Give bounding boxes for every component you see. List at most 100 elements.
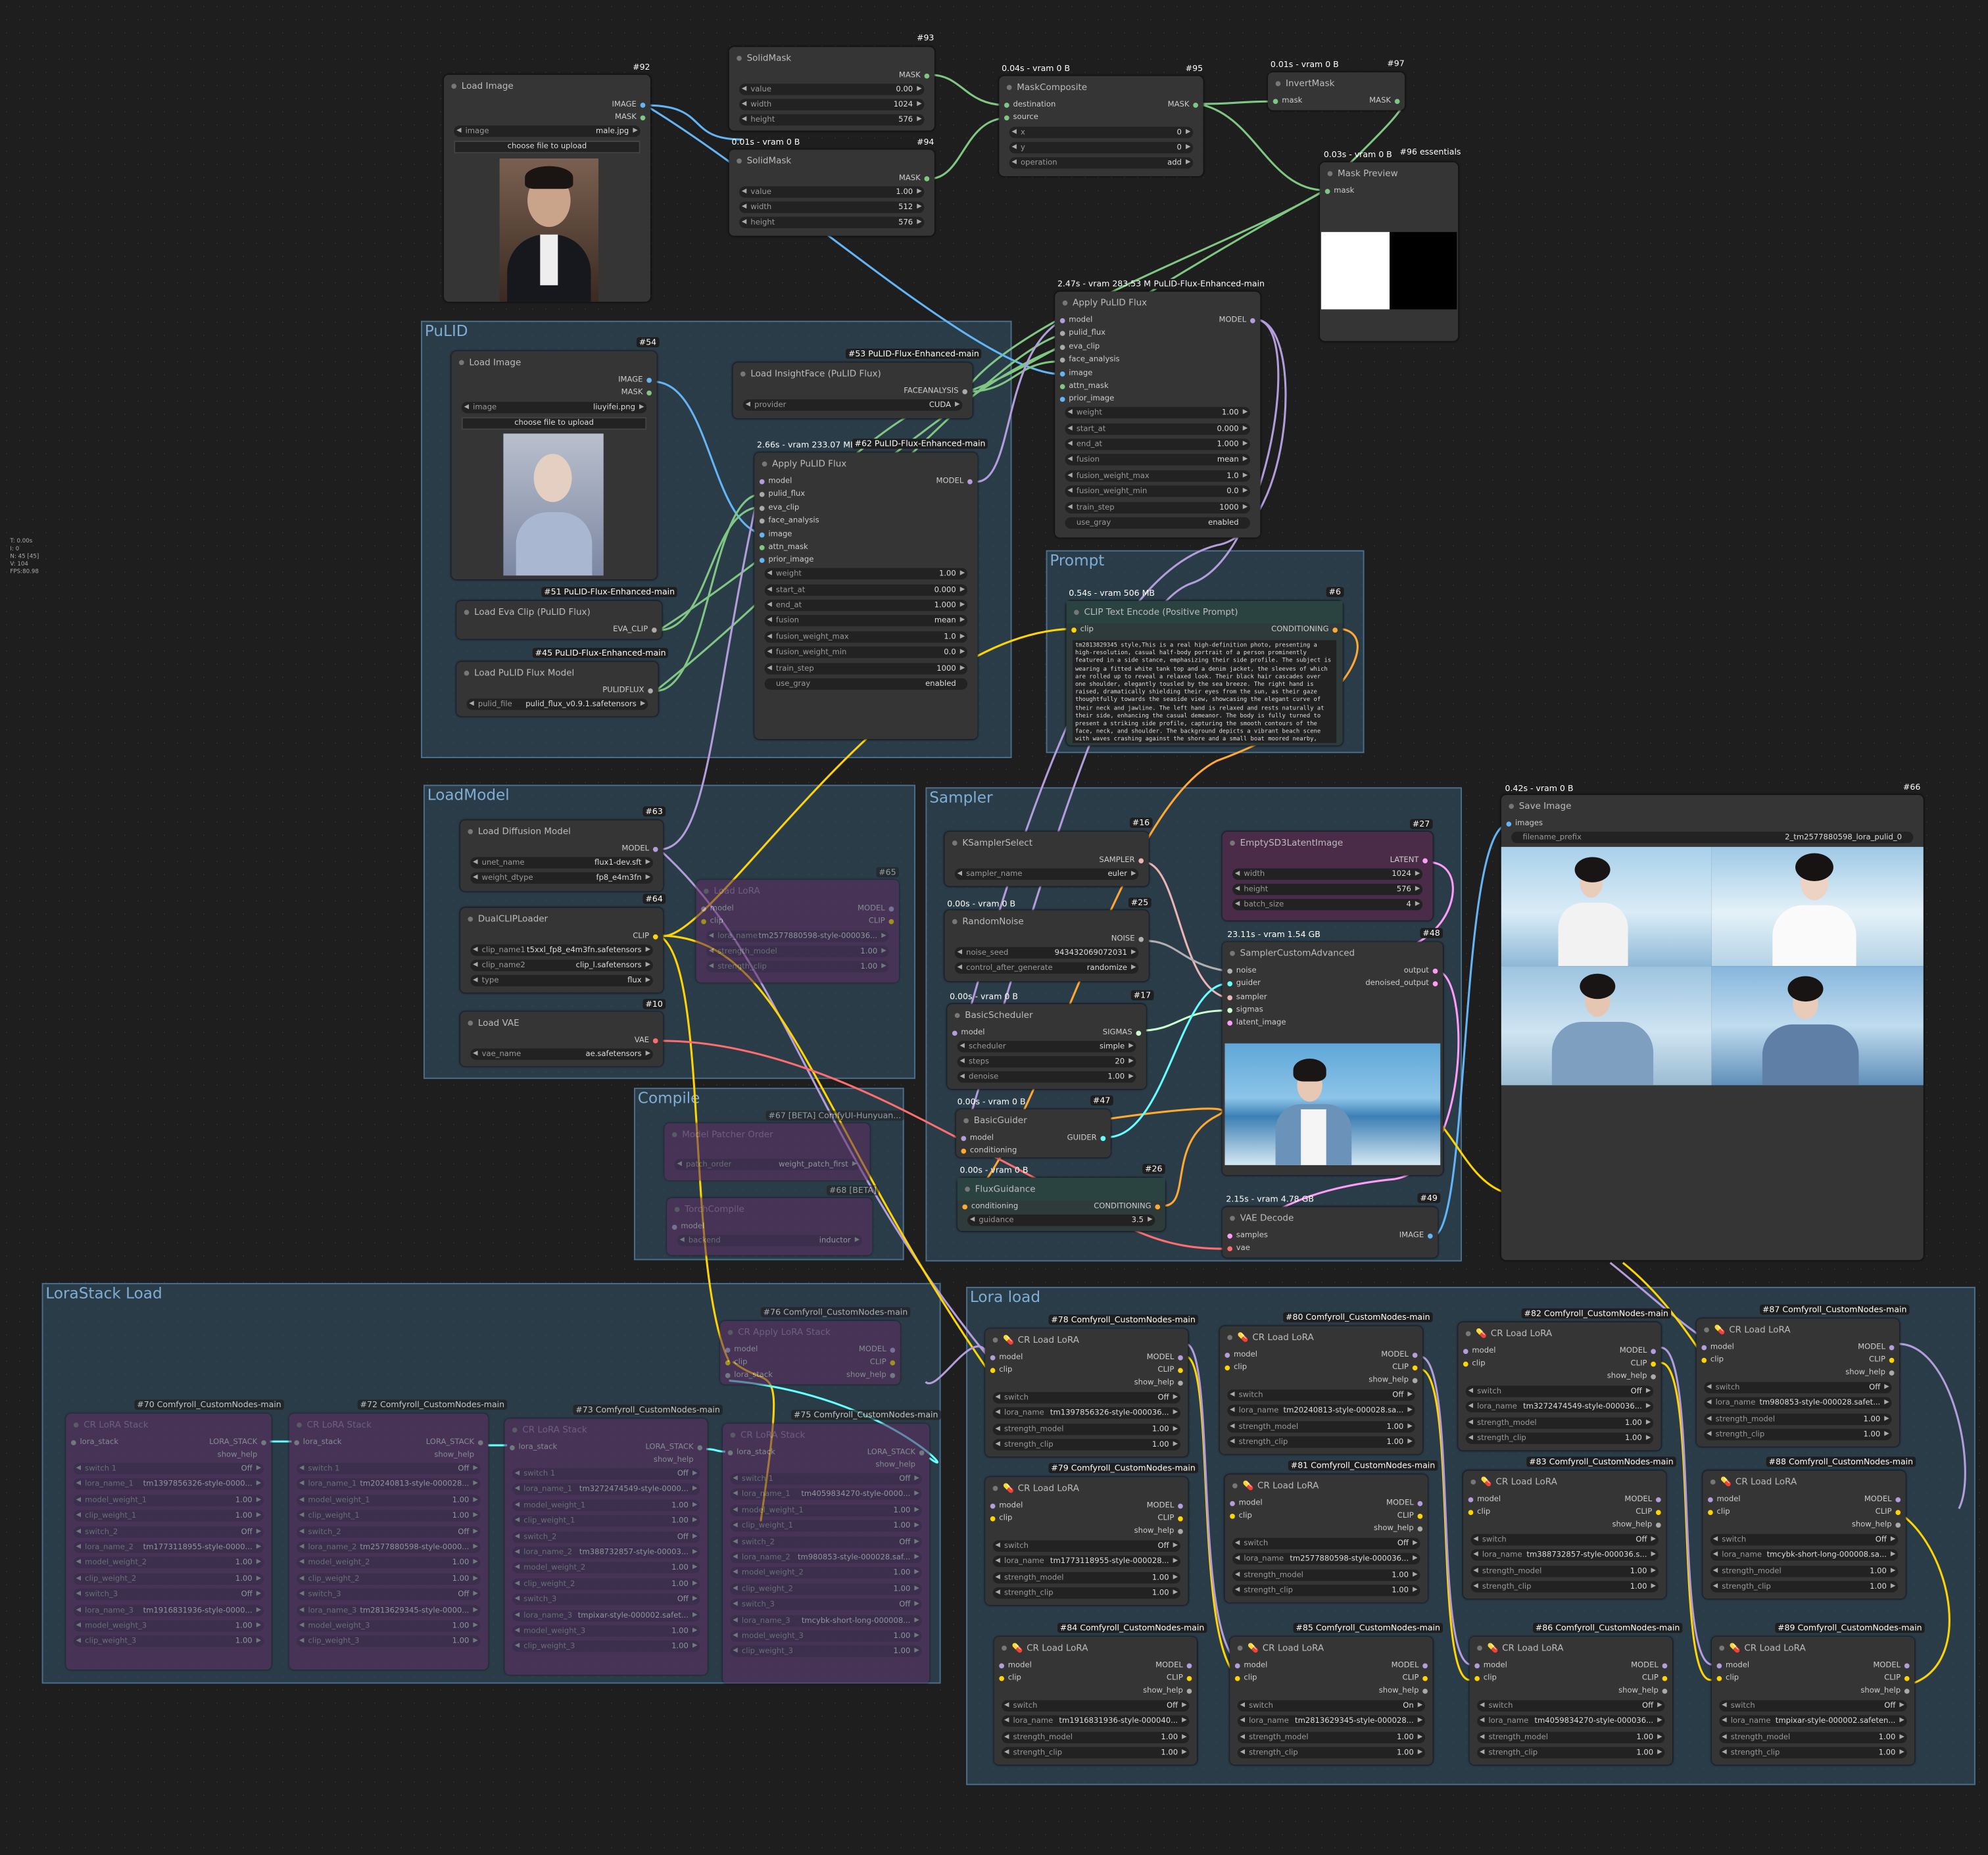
lora-name-2-widget[interactable]: lora_name_2tm2577880598-style-0000... [297, 1541, 481, 1553]
cr-load-lora-node[interactable]: 💊 CR Load LoRA model clip MODEL CLIP show_help… [1224, 1474, 1428, 1602]
output-show-help[interactable]: show_help [1134, 1525, 1183, 1537]
output-image-3[interactable] [1501, 966, 1712, 1086]
output-mask[interactable]: MASK [899, 172, 929, 185]
load-insightface-node[interactable]: Load InsightFace (PuLID Flux) FACEANALYS… [733, 362, 973, 419]
node-canvas[interactable]: PuLID Prompt LoadModel Sampler Compile L… [0, 0, 1988, 1855]
input-conditioning[interactable]: conditioning [962, 1201, 1018, 1213]
switch-widget[interactable]: switchOn [1237, 1700, 1426, 1712]
steps-widget[interactable]: steps20 [957, 1056, 1136, 1068]
clip-weight-3-widget[interactable]: clip_weight_31.00 [730, 1646, 922, 1658]
clip-weight-3-widget[interactable]: clip_weight_31.00 [512, 1641, 700, 1652]
clip-weight-2-widget[interactable]: clip_weight_21.00 [730, 1583, 922, 1595]
torch-compile-node[interactable]: TorchCompile model backendinductor [667, 1197, 873, 1255]
model-patcher-order-node[interactable]: Model Patcher Order patch_orderweight_pa… [664, 1123, 870, 1180]
strength-clip-widget[interactable]: strength_clip1.00 [1237, 1747, 1426, 1759]
lora-name-widget[interactable]: lora_nametm980853-style-000028.safet... [1704, 1397, 1892, 1409]
input-model[interactable]: model [1230, 1497, 1263, 1510]
strength-clip-widget[interactable]: strength_clip1.00 [1719, 1747, 1907, 1759]
output-model[interactable]: MODEL [1620, 1345, 1656, 1358]
output-model[interactable]: MODEL [1392, 1660, 1428, 1672]
noise-seed-widget[interactable]: noise_seed943432069072031 [954, 947, 1139, 959]
input-lora-stack[interactable]: lora_stack [294, 1436, 342, 1449]
output-show-help[interactable]: show_help [875, 1459, 924, 1472]
strength-clip-widget[interactable]: strength_clip1.00 [1710, 1581, 1899, 1593]
lora-name-widget[interactable]: lora_nametm1397856326-style-000036... [992, 1407, 1180, 1420]
output-eva-clip[interactable]: EVA_CLIP [613, 624, 657, 637]
apply-pulid-flux-node-62[interactable]: Apply PuLID Flux MODEL model pulid_flux … [754, 452, 978, 740]
end-at-widget[interactable]: end_at1.000 [1065, 439, 1251, 450]
empty-sd3-latent-image-node[interactable]: EmptySD3LatentImage LATENT width1024 hei… [1222, 831, 1433, 921]
switch-widget[interactable]: switchOff [1002, 1700, 1190, 1712]
clip-weight-1-widget[interactable]: clip_weight_11.00 [297, 1510, 481, 1522]
denoise-widget[interactable]: denoise1.00 [957, 1071, 1136, 1083]
strength-model-widget[interactable]: strength_model1.00 [1719, 1731, 1907, 1743]
fusion-weight-min-widget[interactable]: fusion_weight_min0.0 [764, 646, 968, 658]
output-clip[interactable]: CLIP [1167, 1672, 1192, 1685]
strength-model-widget[interactable]: strength_model1.00 [1710, 1565, 1899, 1578]
strength-model-widget[interactable]: strength_model1.00 [1477, 1731, 1665, 1743]
output-mask[interactable]: MASK [1369, 95, 1399, 108]
height-widget[interactable]: height576 [739, 216, 925, 229]
x-widget[interactable]: x0 [1009, 126, 1194, 139]
output-clip[interactable]: CLIP [1631, 1358, 1656, 1370]
output-image-grid[interactable] [1501, 846, 1924, 1086]
output-mask[interactable]: MASK [615, 112, 645, 124]
input-model[interactable]: model [760, 475, 792, 488]
output-clip[interactable]: CLIP [1884, 1672, 1909, 1685]
solidmask-node-93[interactable]: SolidMask MASK value0.00 width1024 heigh… [729, 47, 934, 131]
switch-3-widget[interactable]: switch_3Off [73, 1589, 264, 1601]
lora-name-2-widget[interactable]: lora_name_2tm980853-style-000028.saf... [730, 1551, 922, 1564]
basic-scheduler-node[interactable]: BasicScheduler model SIGMAS schedulersim… [947, 1003, 1146, 1090]
output-show-help[interactable]: show_help [218, 1449, 266, 1462]
model-weight-3-widget[interactable]: model_weight_31.00 [730, 1630, 922, 1642]
output-model[interactable]: MODEL [1858, 1341, 1894, 1354]
output-mask[interactable]: MASK [621, 387, 652, 399]
y-widget[interactable]: y0 [1009, 141, 1194, 154]
cr-load-lora-node[interactable]: 💊 CR Load LoRA model clip MODEL CLIP show_help… [1696, 1318, 1900, 1447]
output-model[interactable]: MODEL [1864, 1493, 1901, 1506]
output-model[interactable]: MODEL [1631, 1660, 1667, 1672]
load-vae-node[interactable]: Load VAE VAE vae_nameae.safetensors [460, 1011, 664, 1067]
value-widget[interactable]: value1.00 [739, 186, 925, 198]
output-show-help[interactable]: show_help [846, 1369, 895, 1382]
image-select[interactable]: image male.jpg [454, 125, 641, 137]
train-step-widget[interactable]: train_step1000 [764, 663, 968, 675]
input-model[interactable]: model [1708, 1493, 1741, 1506]
clip-name2-widget[interactable]: clip_name2clip_l.safetensors [470, 959, 653, 971]
strength-model-widget[interactable]: strength_model1.00 [1465, 1417, 1654, 1429]
value-widget[interactable]: value0.00 [739, 84, 925, 95]
strength-clip-widget[interactable]: strength_clip1.00 [992, 1587, 1180, 1599]
switch-widget[interactable]: switchOff [1470, 1533, 1659, 1546]
load-image-node-male[interactable]: Load Image IMAGE MASK image male.jpg choo… [443, 74, 651, 302]
input-source[interactable]: source [1004, 112, 1038, 124]
input-eva-clip[interactable]: eva_clip [760, 502, 799, 514]
output-clip[interactable]: CLIP [1642, 1672, 1667, 1685]
output-show-help[interactable]: show_help [434, 1449, 483, 1462]
output-clip[interactable]: CLIP [633, 930, 658, 943]
output-output[interactable]: output [1404, 965, 1438, 977]
input-clip[interactable]: clip [1224, 1362, 1247, 1374]
cr-lora-stack-node[interactable]: CR LoRA Stack lora_stack LORA_STACK show_he… [289, 1413, 489, 1670]
input-lora-stack[interactable]: lora_stack [725, 1369, 773, 1382]
input-attn-mask[interactable]: attn_mask [760, 541, 808, 554]
cr-load-lora-node[interactable]: 💊 CR Load LoRA model clip MODEL CLIP show_help… [1703, 1470, 1906, 1599]
switch-1-widget[interactable]: switch 1Off [512, 1468, 700, 1480]
output-mask[interactable]: MASK [899, 70, 929, 82]
cr-apply-lora-stack-node[interactable]: CR Apply LoRA Stack model clip lora_stac… [720, 1320, 900, 1385]
strength-model-widget[interactable]: strength_model1.00 [1227, 1420, 1415, 1433]
input-mask[interactable]: mask [1273, 95, 1302, 108]
output-sampler[interactable]: SAMPLER [1099, 854, 1144, 867]
clip-name1-widget[interactable]: clip_name1t5xxl_fp8_e4m3fn.safetensors [470, 944, 653, 956]
output-model[interactable]: MODEL [1873, 1660, 1909, 1672]
input-model[interactable]: model [1701, 1341, 1734, 1354]
input-sampler[interactable]: sampler [1227, 992, 1267, 1004]
output-lora-stack[interactable]: LORA_STACK [426, 1436, 483, 1449]
maskcomposite-node[interactable]: MaskComposite destination source MASK x0… [999, 76, 1203, 176]
cr-load-lora-node[interactable]: 💊 CR Load LoRA model clip MODEL CLIP show_help… [1711, 1637, 1915, 1765]
input-clip[interactable]: clip [1468, 1506, 1490, 1518]
output-clip[interactable]: CLIP [1397, 1510, 1422, 1522]
output-image-4[interactable] [1711, 966, 1924, 1086]
input-clip[interactable]: clip [1474, 1672, 1497, 1685]
model-weight-2-widget[interactable]: model_weight_21.00 [512, 1562, 700, 1574]
fusion-weight-max-widget[interactable]: fusion_weight_max1.0 [764, 631, 968, 643]
